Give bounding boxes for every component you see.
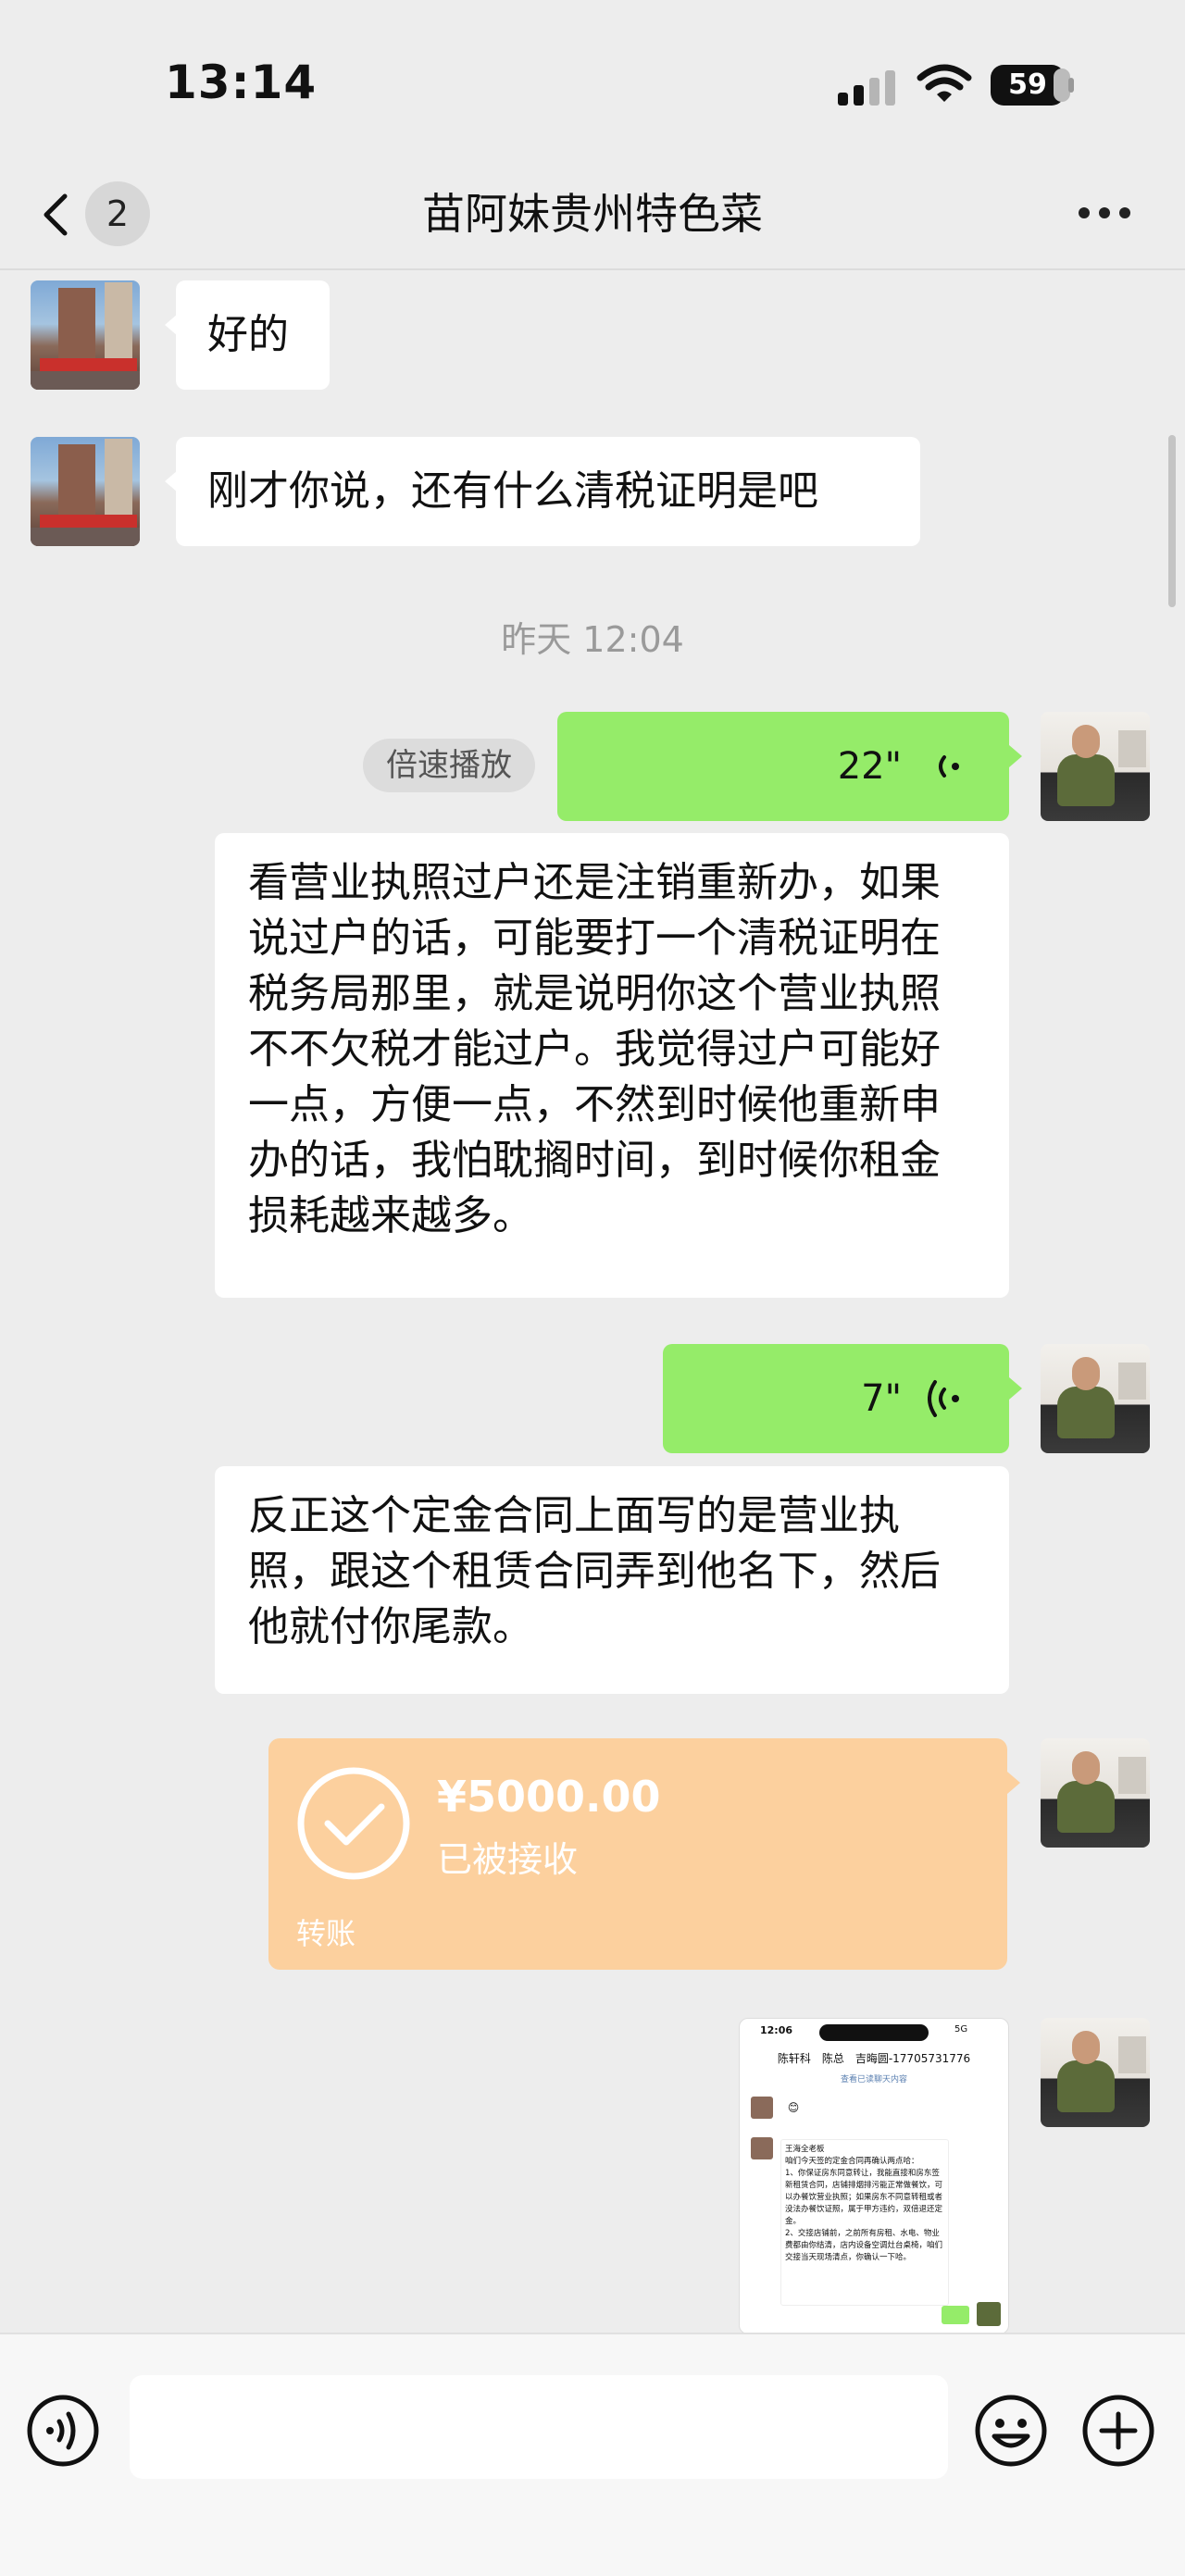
voice-wave-icon xyxy=(939,755,959,778)
more-options-button[interactable] xyxy=(1079,194,1134,231)
my-avatar[interactable] xyxy=(1041,2018,1150,2127)
message-input[interactable] xyxy=(130,2375,948,2479)
status-bar: 13:14 59 xyxy=(0,0,1185,157)
transcript-text: 反正这个定金合同上面写的是营业执照，跟这个租赁合同弄到他名下，然后他就付你尾款。 xyxy=(248,1492,941,1650)
voice-message-bubble[interactable]: 22" xyxy=(557,712,1022,821)
thumbnail-title: 陈轩科 陈总 吉晦圆-17705731776 xyxy=(777,2052,971,2065)
unread-count-badge: 2 xyxy=(85,181,150,246)
received-message-bubble[interactable]: 刚才你说，还有什么清税证明是吧 xyxy=(165,437,920,546)
thumbnail-status-bar: 12:06 5G xyxy=(740,2019,1008,2043)
thumbnail-message: 王海全老板 咱们今天签的定金合同再确认两点哈： 1、你保证房东同意转让，我能直接… xyxy=(780,2139,949,2306)
chevron-left-icon xyxy=(44,193,68,236)
scrollbar[interactable] xyxy=(1168,435,1176,607)
my-avatar[interactable] xyxy=(1041,712,1150,821)
input-bar xyxy=(0,2333,1185,2576)
wifi-icon xyxy=(917,64,972,102)
thumbnail-subtitle: 查看已读聊天内容 xyxy=(840,2075,907,2084)
voice-wave-icon xyxy=(928,1380,959,1417)
thumbnail-header: 陈轩科 陈总 吉晦圆-17705731776 xyxy=(740,2048,1008,2072)
cellular-signal-icon xyxy=(838,68,897,106)
image-message-thumbnail[interactable]: 12:06 5G 陈轩科 陈总 吉晦圆-17705731776 查看已读聊天内容… xyxy=(739,2018,1009,2334)
thumbnail-signal: 5G xyxy=(954,2024,968,2035)
voice-message-bubble[interactable]: 7" xyxy=(663,1344,1022,1453)
check-circle-icon xyxy=(297,1767,410,1880)
my-avatar[interactable] xyxy=(1041,1738,1150,1848)
transcript-text: 看营业执照过户还是注销重新办，如果说过户的话，可能要打一个清税证明在税务局那里，… xyxy=(248,859,941,1239)
battery-indicator: 59 xyxy=(991,65,1074,107)
transfer-amount: ¥5000.00 xyxy=(437,1772,661,1822)
voice-duration: 7" xyxy=(861,1377,902,1420)
contact-avatar[interactable] xyxy=(31,280,140,390)
smiley-icon xyxy=(975,2395,1047,2467)
thumbnail-emoji: 😊 xyxy=(780,2098,806,2117)
more-horizontal-icon xyxy=(1079,207,1090,218)
voice-transcript[interactable]: 看营业执照过户还是注销重新办，如果说过户的话，可能要打一个清税证明在税务局那里，… xyxy=(215,833,1009,1298)
voice-transcript[interactable]: 反正这个定金合同上面写的是营业执照，跟这个租赁合同弄到他名下，然后他就付你尾款。 xyxy=(215,1466,1009,1694)
thumbnail-avatar xyxy=(751,2137,773,2159)
thumbnail-sent-bubble xyxy=(942,2306,969,2324)
speed-play-button[interactable]: 倍速播放 xyxy=(363,739,535,792)
transfer-status: 已被接收 xyxy=(437,1839,579,1880)
voice-input-button[interactable] xyxy=(26,2394,100,2468)
received-message-bubble[interactable]: 好的 xyxy=(165,280,330,390)
thumbnail-avatar xyxy=(977,2302,1001,2326)
chat-header: 苗阿妹贵州特色菜 2 xyxy=(0,157,1185,270)
message-text: 好的 xyxy=(207,311,289,358)
plus-circle-icon xyxy=(1082,2395,1154,2467)
message-text: 刚才你说，还有什么清税证明是吧 xyxy=(207,467,818,515)
thumbnail-time: 12:06 xyxy=(760,2024,793,2036)
my-avatar[interactable] xyxy=(1041,1344,1150,1453)
emoji-button[interactable] xyxy=(974,2394,1048,2468)
back-button[interactable]: 2 xyxy=(28,181,157,246)
voice-input-icon xyxy=(27,2395,99,2467)
chat-title: 苗阿妹贵州特色菜 xyxy=(422,189,763,239)
thumbnail-avatar xyxy=(751,2097,773,2119)
battery-percent: 59 xyxy=(1008,68,1047,101)
transfer-label: 转账 xyxy=(296,1916,356,1951)
transfer-card[interactable]: ¥5000.00 已被接收 转账 xyxy=(268,1738,1020,1970)
status-time: 13:14 xyxy=(165,56,318,109)
contact-avatar[interactable] xyxy=(31,437,140,546)
more-functions-button[interactable] xyxy=(1081,2394,1155,2468)
voice-duration: 22" xyxy=(837,745,902,788)
message-timestamp: 昨天 12:04 xyxy=(501,619,684,660)
